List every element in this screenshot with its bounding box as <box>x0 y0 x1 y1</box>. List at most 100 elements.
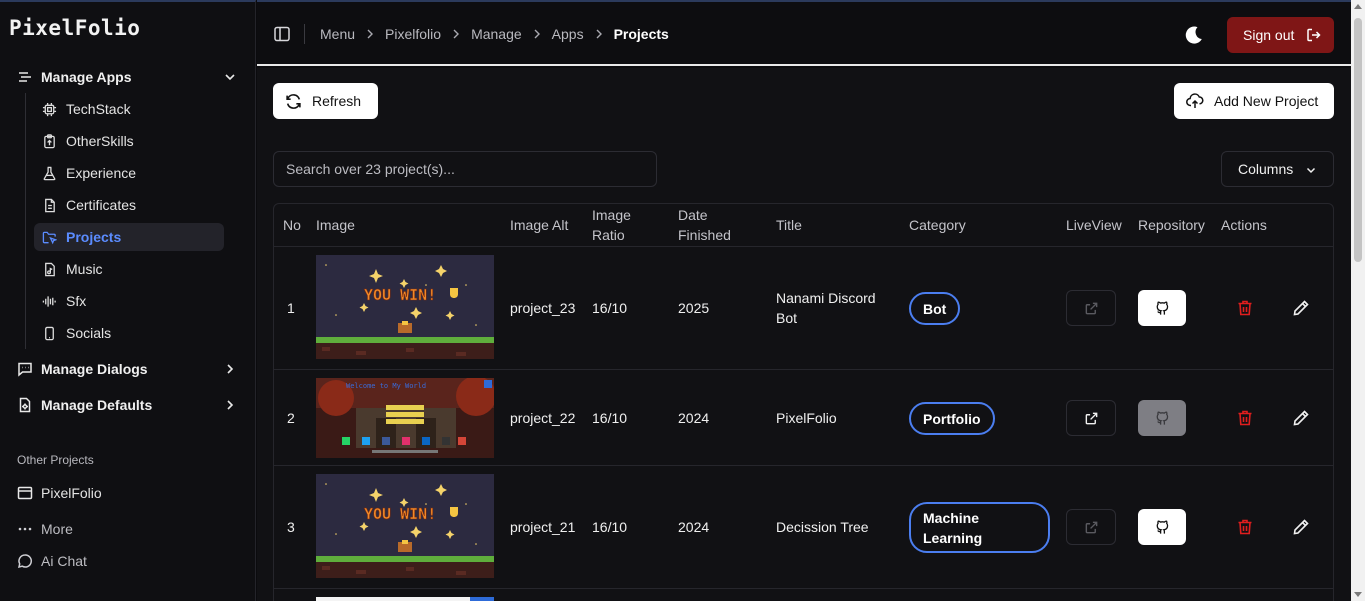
list-icon <box>16 68 34 86</box>
table-row: 3 YOU WIN! project_21 16/10 2024 Decissi… <box>274 466 1333 589</box>
breadcrumb-apps[interactable]: Apps <box>552 26 584 42</box>
refresh-button[interactable]: Refresh <box>273 83 378 119</box>
delete-trash-icon[interactable] <box>1236 299 1254 317</box>
external-link-icon <box>1085 302 1097 314</box>
category-badge: Machine Learning <box>909 502 1050 553</box>
other-item-pixelfolio[interactable]: PixelFolio <box>16 480 236 506</box>
cell-image-alt: project_22 <box>510 410 576 426</box>
sidebar-item-label: Sfx <box>66 293 87 309</box>
dark-mode-moon-icon[interactable] <box>1183 24 1205 46</box>
page-scrollbar[interactable] <box>1351 0 1365 601</box>
cell-no: 3 <box>287 519 295 535</box>
sidebar-item-socials[interactable]: Socials <box>34 319 224 347</box>
edit-pencil-icon[interactable] <box>1292 299 1310 317</box>
chat-bubble-icon <box>16 552 34 570</box>
other-item-ai-chat[interactable]: Ai Chat <box>16 548 236 574</box>
chevron-right-icon <box>227 400 234 410</box>
col-header-image-ratio[interactable]: Image Ratio <box>592 205 642 245</box>
scroll-up-arrow-icon[interactable] <box>1354 4 1362 9</box>
scrollbar-thumb[interactable] <box>1354 18 1362 262</box>
sidebar-toggle-icon[interactable] <box>273 25 291 43</box>
cell-no: 1 <box>287 300 295 316</box>
audio-wave-icon <box>41 293 57 309</box>
github-icon <box>1156 411 1168 425</box>
brand-logo: PixelFolio <box>9 16 141 40</box>
top-header: Menu Pixelfolio Manage Apps Projects Sig… <box>257 0 1351 66</box>
delete-trash-icon[interactable] <box>1236 409 1254 427</box>
sidebar-item-techstack[interactable]: TechStack <box>34 95 224 123</box>
smartphone-icon <box>41 325 57 341</box>
refresh-icon <box>286 93 301 109</box>
manage-apps-toggle[interactable]: Manage Apps <box>16 64 242 90</box>
edit-pencil-icon[interactable] <box>1292 409 1310 427</box>
project-thumbnail[interactable]: YOU WIN! <box>316 474 494 578</box>
external-link-icon <box>1085 521 1097 533</box>
sidebar-item-label: Socials <box>66 325 112 341</box>
project-thumbnail[interactable]: Welcome to My World <box>316 378 494 458</box>
col-header-title[interactable]: Title <box>776 215 802 235</box>
other-item-more[interactable]: More <box>16 516 236 542</box>
category-badge: Bot <box>909 292 961 325</box>
music-file-icon <box>41 261 57 277</box>
sign-out-label: Sign out <box>1243 27 1295 43</box>
col-header-liveview[interactable]: LiveView <box>1066 215 1122 235</box>
manage-defaults-toggle[interactable]: Manage Defaults <box>16 392 242 418</box>
col-header-category[interactable]: Category <box>909 215 966 235</box>
sidebar-item-music[interactable]: Music <box>34 255 224 283</box>
col-header-no[interactable]: No <box>283 215 301 235</box>
app: PixelFolio Manage Apps TechStack OtherSk… <box>0 0 1365 601</box>
repository-button-disabled[interactable] <box>1138 400 1186 436</box>
project-thumbnail[interactable]: YOU WIN! <box>316 255 494 359</box>
col-header-actions: Actions <box>1221 217 1267 233</box>
manage-dialogs-label: Manage Dialogs <box>41 361 148 377</box>
col-header-image[interactable]: Image <box>316 215 355 235</box>
edit-pencil-icon[interactable] <box>1292 518 1310 536</box>
cloud-upload-icon <box>1186 93 1204 108</box>
repository-button[interactable] <box>1138 509 1186 545</box>
cpu-icon <box>41 101 57 117</box>
chevron-right-icon <box>227 364 234 374</box>
cell-title: PixelFolio <box>776 410 837 426</box>
cell-image-ratio: 16/10 <box>592 410 628 426</box>
header-divider <box>304 24 305 44</box>
breadcrumb-menu[interactable]: Menu <box>320 26 355 42</box>
message-square-icon <box>16 360 34 378</box>
sidebar-item-certificates[interactable]: Certificates <box>34 191 224 219</box>
liveview-button[interactable] <box>1066 400 1116 436</box>
svg-text:YOU WIN!: YOU WIN! <box>364 286 436 304</box>
sidebar-item-sfx[interactable]: Sfx <box>34 287 224 315</box>
liveview-button-disabled[interactable] <box>1066 290 1116 326</box>
sidebar-item-projects[interactable]: Projects <box>34 223 224 251</box>
sidebar-item-otherskills[interactable]: OtherSkills <box>34 127 224 155</box>
cell-image-alt: project_21 <box>510 519 576 535</box>
breadcrumb-manage[interactable]: Manage <box>471 26 522 42</box>
add-new-project-button[interactable]: Add New Project <box>1174 83 1334 119</box>
col-header-repository[interactable]: Repository <box>1138 215 1205 235</box>
breadcrumb-pixelfolio[interactable]: Pixelfolio <box>385 26 441 42</box>
sidebar-item-label: Projects <box>66 229 122 245</box>
manage-dialogs-toggle[interactable]: Manage Dialogs <box>16 356 242 382</box>
table-row: 2 Welcome to My World project_22 16/10 2… <box>274 370 1333 466</box>
manage-apps-label: Manage Apps <box>41 69 132 85</box>
col-header-image-alt[interactable]: Image Alt <box>510 215 568 235</box>
flask-icon <box>41 165 57 181</box>
repository-button[interactable] <box>1138 290 1186 326</box>
liveview-button-disabled[interactable] <box>1066 509 1116 545</box>
external-link-icon <box>1085 412 1097 424</box>
refresh-label: Refresh <box>312 93 362 109</box>
scroll-down-arrow-icon[interactable] <box>1354 592 1362 597</box>
delete-trash-icon[interactable] <box>1236 518 1254 536</box>
tree-line <box>25 93 26 349</box>
columns-dropdown[interactable]: Columns <box>1221 151 1334 187</box>
search-input[interactable] <box>273 151 657 187</box>
col-header-date-finished[interactable]: Date Finished <box>678 205 742 245</box>
add-new-project-label: Add New Project <box>1214 93 1319 109</box>
sidebar-item-label: Music <box>66 261 103 277</box>
sign-out-button[interactable]: Sign out <box>1227 17 1334 53</box>
svg-text:YOU WIN!: YOU WIN! <box>364 505 436 523</box>
project-thumbnail[interactable] <box>316 597 494 601</box>
sidebar-item-experience[interactable]: Experience <box>34 159 224 187</box>
chevron-right-icon <box>596 29 602 39</box>
other-item-label: Ai Chat <box>41 553 87 569</box>
browser-window-icon <box>16 484 34 502</box>
